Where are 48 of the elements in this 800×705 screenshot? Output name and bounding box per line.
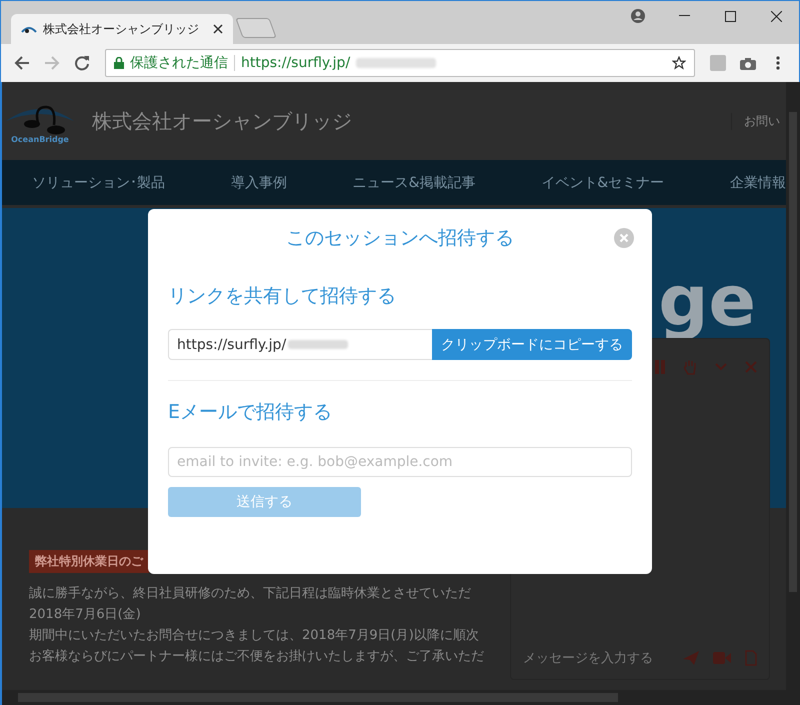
notice-text: お客様ならびにパートナー様にはご不便をお掛けいたしますが、ご了承いただ (29, 648, 484, 666)
close-icon[interactable] (770, 10, 782, 22)
new-tab-button[interactable] (235, 18, 277, 38)
file-icon[interactable] (745, 650, 757, 666)
horizontal-scrollbar[interactable] (2, 690, 800, 705)
send-icon[interactable] (683, 651, 699, 665)
video-icon[interactable] (713, 652, 731, 664)
notice-tag: 弊社特別休業日のご (29, 550, 149, 573)
camera-icon[interactable] (740, 56, 756, 70)
nav-item[interactable]: 導入事例 (230, 174, 287, 192)
company-name: 株式会社オーシャンブリッジ (92, 108, 353, 134)
menu-icon[interactable] (776, 56, 780, 70)
extension-icon[interactable] (710, 55, 726, 71)
dialog-title: このセッションへ招待する (286, 226, 514, 251)
hero-heading: ge (658, 266, 756, 336)
tab-title: 株式会社オーシャンブリッジ (43, 20, 200, 38)
close-icon[interactable] (213, 24, 223, 34)
nav-item[interactable]: ニュース&掲載記事 (352, 174, 476, 192)
notice-text: 2018年7月6日(金) (29, 606, 141, 624)
notice-text: 誠に勝手ながら、終日社員研修のため、下記日程は臨時休業とさせていただ (29, 585, 471, 603)
nav-item[interactable]: イベント&セミナー (541, 174, 664, 192)
notice-text: 期間中にいただいたお問合せにつきましては、2018年7月9日(月)以降に順次 (29, 627, 479, 645)
browser-tab[interactable]: 株式会社オーシャンブリッジ (11, 14, 233, 44)
star-icon[interactable] (672, 56, 686, 70)
profile-icon[interactable] (631, 9, 645, 23)
link-field[interactable]: https://surfly.jp/ (168, 329, 432, 360)
hand-icon[interactable] (683, 359, 697, 375)
nav-item[interactable]: 企業情報 (730, 174, 786, 192)
url-text: https://surfly.jp/ (241, 55, 350, 71)
chevron-down-icon[interactable] (715, 363, 727, 371)
email-field[interactable]: email to invite: e.g. bob@example.com (168, 447, 632, 477)
minimize-icon[interactable] (678, 15, 690, 17)
logo-text: OceanBridge (11, 134, 69, 144)
section-heading: Eメールで招待する (168, 400, 334, 425)
copy-button[interactable]: クリップボードにコピーする (432, 329, 632, 360)
maximize-icon[interactable] (724, 10, 736, 22)
lock-icon (114, 57, 124, 69)
back-icon[interactable] (14, 56, 30, 70)
security-label: 保護された通信 (130, 54, 228, 72)
section-heading: リンクを共有して招待する (168, 284, 397, 309)
address-bar[interactable]: 保護された通信 https://surfly.jp/ (105, 49, 695, 77)
message-field[interactable]: メッセージを入力する (523, 649, 669, 667)
reload-icon[interactable] (74, 55, 90, 71)
forward-icon[interactable] (44, 56, 60, 70)
pause-icon[interactable] (655, 360, 665, 374)
contact-link[interactable]: お問い (731, 112, 780, 130)
vertical-scrollbar[interactable] (786, 82, 800, 690)
nav-item[interactable]: ソリューション･製品 (32, 174, 165, 192)
